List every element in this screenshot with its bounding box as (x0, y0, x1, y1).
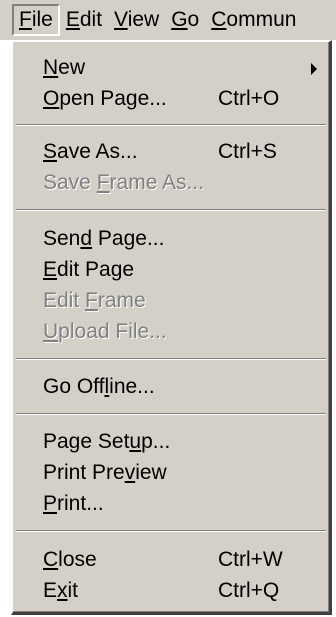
menu-view-mnemonic: V (114, 8, 128, 31)
menu-edit-rest: dit (79, 8, 103, 31)
menu-item-save-frame-as-label: Save Frame As... (43, 168, 204, 198)
menu-item-save-as[interactable]: Save As... Ctrl+S (13, 137, 329, 167)
menu-item-save-frame-as: Save Frame As... (13, 168, 329, 198)
menu-bar: File Edit View Go Commun (0, 0, 336, 40)
menu-item-send-page-label: Send Page... (43, 224, 164, 254)
menu-item-upload-file: Upload File... (13, 317, 329, 347)
menu-item-print[interactable]: Print... (13, 489, 329, 519)
menu-item-print-preview-label: Print Preview (43, 458, 167, 488)
menu-go-mnemonic: G (171, 8, 188, 31)
print-preview-pre: Print Pre (43, 461, 125, 484)
new-rest: ew (58, 56, 86, 79)
menu-separator (16, 358, 326, 360)
edit-page-mnemonic: E (43, 258, 58, 281)
go-offline-rest: ine... (109, 375, 155, 398)
menu-separator (16, 413, 326, 415)
menu-item-go-offline-label: Go Offline... (43, 372, 155, 402)
menu-communicator[interactable]: Commun (205, 4, 302, 36)
edit-frame-mnemonic: F (85, 289, 98, 312)
edit-frame-rest: rame (97, 289, 146, 312)
menu-item-edit-page-label: Edit Page (43, 255, 134, 285)
menu-go[interactable]: Go (165, 4, 205, 36)
print-mnemonic: P (43, 492, 58, 515)
upload-file-mnemonic: U (43, 320, 59, 343)
menu-separator (16, 124, 326, 126)
menu-item-edit-frame-label: Edit Frame (43, 286, 146, 316)
menu-item-print-label: Print... (43, 489, 104, 519)
new-mnemonic: N (43, 56, 59, 79)
menu-item-save-as-shortcut: Ctrl+S (218, 140, 277, 163)
menu-item-page-setup[interactable]: Page Setup... (13, 427, 329, 457)
menu-communicator-mnemonic: C (211, 8, 227, 31)
menu-item-exit[interactable]: Exit Ctrl+Q (13, 576, 329, 606)
upload-file-rest: pload File... (58, 320, 167, 343)
menu-item-edit-frame: Edit Frame (13, 286, 329, 316)
menu-communicator-rest: ommun (226, 8, 297, 31)
menu-item-save-as-label: Save As... (43, 137, 138, 167)
menu-file-rest: ile (31, 8, 53, 31)
menu-item-go-offline[interactable]: Go Offline... (13, 372, 329, 402)
print-preview-rest: iew (135, 461, 167, 484)
exit-rest: it (67, 579, 79, 602)
send-page-pre: Sen (43, 227, 81, 250)
open-page-rest: pen Page... (59, 87, 167, 110)
menu-separator (16, 209, 326, 211)
menu-edit[interactable]: Edit (60, 4, 108, 36)
menu-item-exit-shortcut: Ctrl+Q (218, 579, 280, 602)
menu-view[interactable]: View (108, 4, 165, 36)
menu-item-close-label: Close (43, 545, 97, 575)
save-as-mnemonic: S (43, 140, 58, 163)
page-setup-rest: p... (141, 430, 171, 453)
send-page-mnemonic: d (80, 227, 93, 250)
edit-frame-pre: Edit (43, 289, 86, 312)
save-as-rest: ave As... (57, 140, 138, 163)
menu-edit-mnemonic: E (65, 8, 80, 31)
page-setup-mnemonic: u (129, 430, 142, 453)
file-menu-dropdown: New Open Page... Ctrl+O Save As... Ctrl+… (11, 40, 332, 615)
save-frame-as-mnemonic: F (96, 171, 110, 194)
submenu-arrow-icon (311, 63, 317, 75)
menu-file[interactable]: File (12, 4, 60, 36)
menu-item-close-shortcut: Ctrl+W (218, 548, 283, 571)
menu-file-mnemonic: F (19, 8, 32, 31)
menu-item-new[interactable]: New (13, 53, 329, 83)
save-frame-as-rest: rame As... (109, 171, 205, 194)
menu-item-open-page[interactable]: Open Page... Ctrl+O (13, 84, 329, 114)
print-preview-mnemonic: v (124, 461, 136, 484)
menu-item-send-page[interactable]: Send Page... (13, 224, 329, 254)
menu-item-open-page-label: Open Page... (43, 84, 167, 114)
menu-item-upload-file-label: Upload File... (43, 317, 167, 347)
send-page-rest: Page... (92, 227, 165, 250)
open-page-mnemonic: O (43, 87, 60, 110)
exit-pre: E (43, 579, 58, 602)
print-rest: rint... (57, 492, 104, 515)
save-frame-as-pre: Save (43, 171, 97, 194)
menu-go-rest: o (187, 8, 200, 31)
menu-item-edit-page[interactable]: Edit Page (13, 255, 329, 285)
exit-mnemonic: x (57, 579, 68, 602)
edit-page-rest: dit Page (57, 258, 135, 281)
go-offline-pre: Go Off (43, 375, 105, 398)
menu-item-page-setup-label: Page Setup... (43, 427, 170, 457)
close-rest: lose (58, 548, 97, 571)
page-setup-pre: Page Set (43, 430, 130, 453)
menu-separator (16, 530, 326, 532)
menu-view-rest: iew (127, 8, 160, 31)
menu-item-exit-label: Exit (43, 576, 78, 606)
close-mnemonic: C (43, 548, 59, 571)
menu-item-new-label: New (43, 53, 85, 83)
menu-item-open-page-shortcut: Ctrl+O (218, 87, 280, 110)
menu-item-print-preview[interactable]: Print Preview (13, 458, 329, 488)
menu-item-close[interactable]: Close Ctrl+W (13, 545, 329, 575)
